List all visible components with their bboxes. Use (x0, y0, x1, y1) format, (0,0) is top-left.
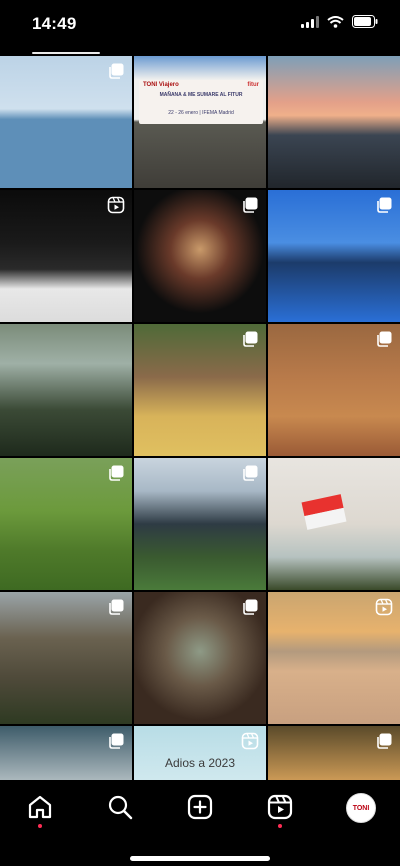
post-thumbnail[interactable] (268, 56, 400, 188)
post-thumbnail[interactable] (0, 56, 132, 188)
carousel-badge (107, 62, 125, 80)
carousel-icon (377, 197, 392, 213)
post-thumbnail[interactable]: TONI Viajero fitur MAÑANA & ME SUMARE AL F… (134, 56, 266, 188)
tab-profile-avatar[interactable]: TONI (346, 793, 376, 823)
tab-home[interactable] (27, 794, 53, 828)
reel-badge (107, 196, 125, 214)
carousel-badge (107, 464, 125, 482)
post-caption-overlay: Adios a 2023 (164, 756, 236, 770)
reel-icon (241, 732, 259, 750)
carousel-icon (377, 331, 392, 347)
carousel-icon (243, 465, 258, 481)
create-post-icon (187, 794, 213, 820)
carousel-badge (375, 330, 393, 348)
carousel-icon (377, 733, 392, 749)
reel-badge (375, 598, 393, 616)
poster-headline: MAÑANA & ME SUMARE AL FITUR (159, 92, 243, 98)
carousel-badge (241, 464, 259, 482)
poster-dates: 22 - 26 enero | IFEMA Madrid (168, 110, 234, 116)
wifi-icon (327, 15, 344, 28)
tab-reels[interactable] (267, 794, 293, 828)
grid-tab-indicator (32, 52, 100, 54)
status-time: 14:49 (32, 14, 77, 33)
notification-dot (38, 824, 42, 828)
event-poster: TONI Viajero fitur MAÑANA & ME SUMARE AL F… (139, 80, 263, 124)
carousel-icon (109, 599, 124, 615)
post-thumbnail[interactable] (0, 324, 132, 456)
search-icon (108, 795, 133, 820)
avatar-label: TONI (352, 804, 370, 812)
post-thumbnail[interactable] (0, 592, 132, 724)
profile-post-grid: TONI Viajero fitur MAÑANA & ME SUMARE AL F… (0, 56, 400, 858)
home-icon (28, 795, 52, 819)
post-thumbnail[interactable] (134, 324, 266, 456)
post-thumbnail[interactable] (0, 458, 132, 590)
carousel-icon (109, 63, 124, 79)
carousel-badge (107, 598, 125, 616)
post-thumbnail[interactable] (0, 190, 132, 322)
post-thumbnail[interactable] (268, 458, 400, 590)
notification-dot (278, 824, 282, 828)
reel-icon (375, 598, 393, 616)
post-thumbnail[interactable] (134, 592, 266, 724)
carousel-badge (375, 196, 393, 214)
carousel-badge (375, 732, 393, 750)
bottom-tab-bar: TONI (0, 780, 400, 866)
reel-badge (241, 732, 259, 750)
signal-icon (301, 15, 319, 28)
post-thumbnail[interactable] (134, 190, 266, 322)
carousel-icon (109, 733, 124, 749)
status-bar: 14:49 (0, 0, 400, 50)
indonesia-flag (301, 494, 347, 530)
poster-title: TONI Viajero (143, 82, 179, 88)
carousel-icon (243, 197, 258, 213)
post-thumbnail[interactable] (134, 458, 266, 590)
tab-search[interactable] (107, 794, 133, 820)
carousel-badge (241, 196, 259, 214)
carousel-badge (241, 330, 259, 348)
carousel-icon (243, 331, 258, 347)
post-thumbnail[interactable] (268, 592, 400, 724)
home-indicator (130, 856, 270, 861)
battery-icon (352, 15, 378, 28)
post-thumbnail[interactable] (268, 190, 400, 322)
reels-icon (267, 794, 293, 820)
tab-create[interactable] (187, 794, 213, 820)
carousel-icon (243, 599, 258, 615)
carousel-badge (107, 732, 125, 750)
carousel-icon (109, 465, 124, 481)
carousel-badge (241, 598, 259, 616)
status-icons (301, 15, 378, 28)
reel-icon (107, 196, 125, 214)
post-thumbnail[interactable] (268, 324, 400, 456)
poster-logo: fitur (247, 82, 259, 88)
